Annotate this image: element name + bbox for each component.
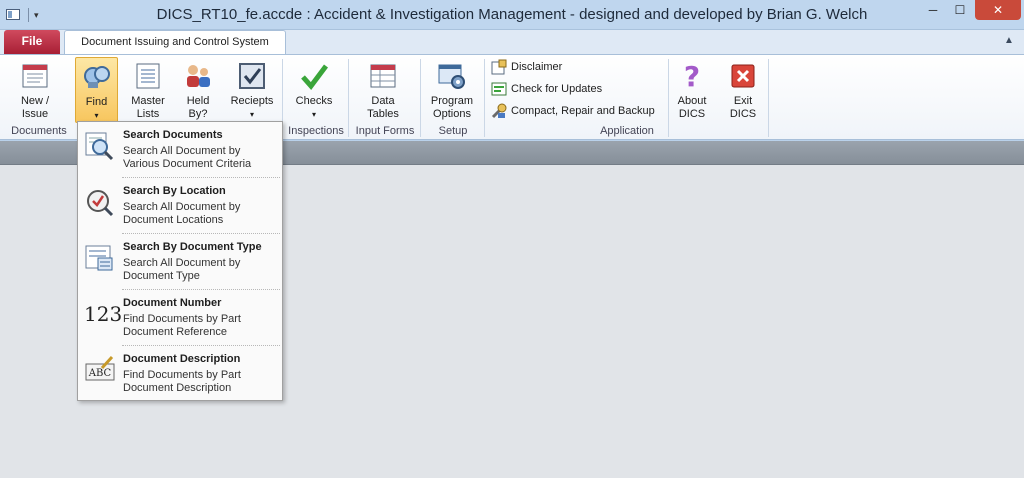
search-documents-icon [85,132,114,161]
exit-label: Exit DICS [729,95,757,120]
menu-item-document-description[interactable]: ABC Document Description Find Documents … [78,346,282,402]
disclaimer-icon [491,59,507,75]
search-location-icon [87,190,114,217]
document-type-icon [85,245,113,271]
new-issue-button[interactable]: New / Issue [10,57,60,123]
checks-dropdown-icon: ▾ [311,110,316,119]
menu-item-description: Search All Document by Document Location… [123,201,241,226]
find-dropdown-menu: Search Documents Search All Document by … [77,121,283,401]
compact-repair-label: Compact, Repair and Backup [511,105,655,117]
tab-document-issuing[interactable]: Document Issuing and Control System [64,30,286,55]
menu-item-title: Search By Location [123,185,226,197]
menu-item-search-document-type[interactable]: Search By Document Type Search All Docum… [78,234,282,290]
group-label-input-forms: Input Forms [355,125,415,137]
group-label-inspections: Inspections [288,125,344,137]
exit-icon [731,64,755,88]
program-options-icon [438,64,465,89]
question-mark-icon: ? [684,61,700,91]
held-by-label: Held By? [186,95,210,120]
close-button[interactable]: ✕ [975,0,1021,20]
collapse-ribbon-icon[interactable]: ▲ [1004,35,1014,46]
minimize-button[interactable]: ─ [919,0,947,20]
program-options-button[interactable]: Program Options [424,57,480,123]
data-tables-label: Data Tables [367,95,399,120]
menu-item-search-documents[interactable]: Search Documents Search All Document by … [78,122,282,178]
program-options-label: Program Options [430,95,474,120]
group-separator [420,59,421,137]
data-tables-icon [370,64,396,88]
menu-item-title: Document Number [123,297,222,309]
reciepts-label: Reciepts [230,95,274,107]
group-separator [484,59,485,137]
menu-item-description: Search All Document by Document Type [123,257,241,282]
group-label-application: Application [600,125,654,137]
updates-icon [491,82,507,96]
master-lists-label: Master Lists [131,95,165,120]
description-icon: ABC [85,355,115,381]
find-button[interactable]: Find ▾ [75,57,118,123]
new-issue-label: New / Issue [20,95,50,120]
file-tab[interactable]: File [4,30,60,54]
group-label-documents: Documents [11,125,67,137]
menu-item-description: Search All Document by Various Document … [123,145,252,170]
menu-item-search-location[interactable]: Search By Location Search All Document b… [78,178,282,234]
new-document-icon [22,64,48,88]
reciepts-dropdown-icon: ▾ [249,110,254,119]
menu-item-document-number[interactable]: 123 Document Number Find Documents by Pa… [78,290,282,346]
checks-label: Checks [295,95,333,107]
checks-button[interactable]: Checks ▾ [290,57,338,123]
menu-item-title: Search By Document Type [123,241,262,253]
menu-item-description: Find Documents by Part Document Referenc… [123,313,241,338]
master-lists-button[interactable]: Master Lists [124,57,172,123]
group-label-setup: Setup [438,125,468,137]
menu-item-title: Document Description [123,353,241,365]
ribbon-tab-row: File Document Issuing and Control System… [0,30,1024,55]
menu-item-description: Find Documents by Part Document Descript… [123,369,241,394]
check-updates-label: Check for Updates [511,83,603,95]
svg-text:?: ? [684,61,700,91]
data-tables-button[interactable]: Data Tables [358,57,408,123]
disclaimer-label: Disclaimer [511,61,563,73]
compact-repair-icon [491,103,507,119]
exit-dics-button[interactable]: Exit DICS [722,57,764,123]
find-binoculars-icon [83,66,110,88]
master-lists-icon [136,63,160,89]
about-dics-button[interactable]: ? About DICS [672,57,712,123]
disclaimer-button[interactable]: Disclaimer [491,57,562,77]
check-updates-button[interactable]: Check for Updates [491,79,602,99]
check-mark-icon [301,64,328,90]
reciepts-checkbox-icon [239,63,265,89]
compact-repair-button[interactable]: Compact, Repair and Backup [491,101,655,121]
held-by-button[interactable]: Held By? [176,57,220,123]
menu-item-title: Search Documents [123,129,223,141]
title-bar: ▾ DICS_RT10_fe.accde : Accident & Invest… [0,0,1024,30]
window-title: DICS_RT10_fe.accde : Accident & Investig… [156,6,868,23]
maximize-button[interactable]: ☐ [947,0,973,20]
people-icon [187,65,210,87]
about-label: About DICS [677,95,707,120]
reciepts-button[interactable]: Reciepts ▾ [226,57,278,123]
number-icon: 123 [84,302,123,326]
group-separator [348,59,349,137]
group-separator [768,59,769,137]
find-label: Find [85,96,108,108]
description-icon-glyph: ABC [88,368,112,379]
